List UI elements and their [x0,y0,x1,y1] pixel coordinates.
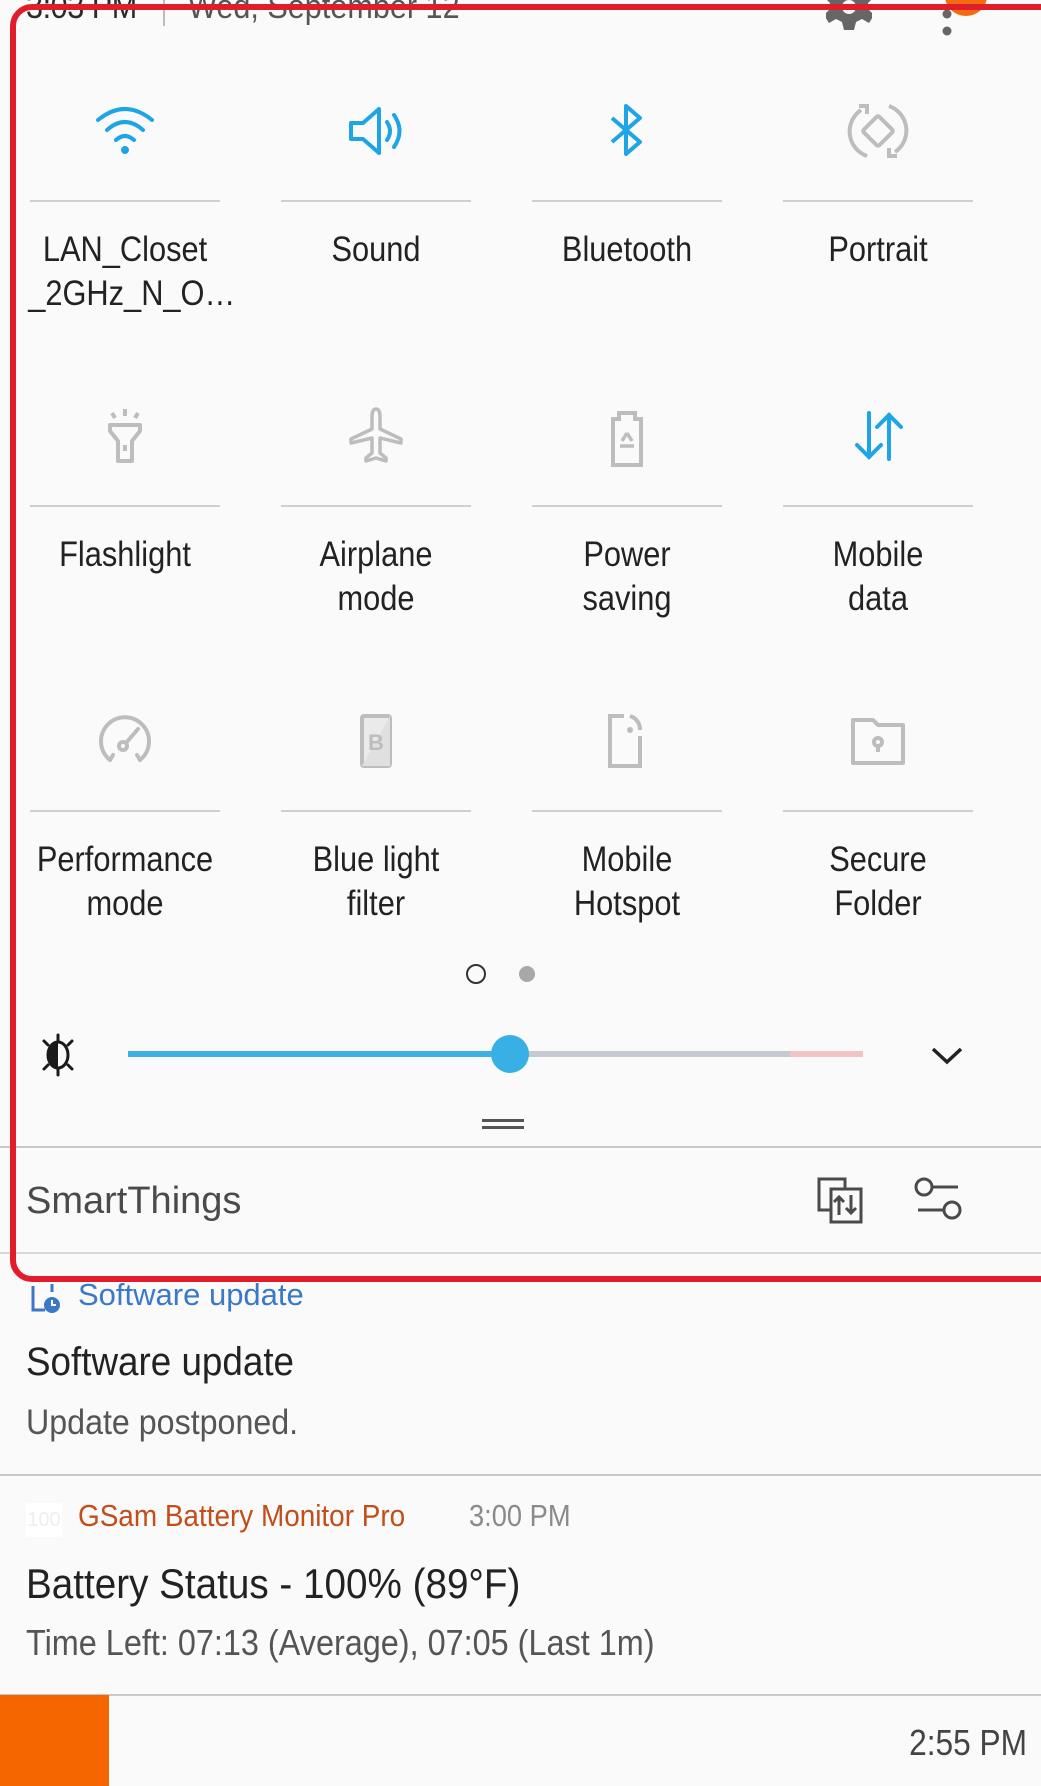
notification-divider [0,1474,1041,1476]
notification-time: 3:00 PM [469,1498,571,1533]
page-indicator-current[interactable] [466,964,486,984]
svg-text:B: B [368,730,384,755]
software-update-icon [31,1284,60,1313]
notification-divider [0,1694,1041,1696]
notification-app-icon [0,1695,109,1786]
smartthings-label[interactable]: SmartThings [26,1180,241,1223]
status-separator [163,0,165,26]
tile-divider [783,200,973,202]
brightness-icon[interactable] [36,1033,80,1077]
notification-title[interactable]: Software update [26,1340,294,1385]
gsam-app-icon: 100 [26,1503,62,1537]
tile-divider [281,200,471,202]
status-date[interactable]: Wed, September 12 [188,0,460,27]
more-vert-icon[interactable] [940,8,954,38]
notification-app-name: Software update [78,1277,304,1312]
notification-body[interactable]: Update postponed. [26,1403,298,1443]
tile-label[interactable]: Sound [279,228,473,272]
device-transfer-icon[interactable] [815,1175,865,1225]
wifi-icon[interactable] [90,96,160,166]
page-indicator-next[interactable] [519,966,535,982]
battery-recycle-icon[interactable] [592,401,662,471]
tile-label[interactable]: Airplane mode [279,533,473,621]
tile-label[interactable]: Bluetooth [530,228,724,272]
tile-label[interactable]: Secure Folder [781,838,975,926]
tile-label[interactable]: Power saving [530,533,724,621]
tile-divider [30,505,220,507]
tile-divider [532,505,722,507]
notification-body[interactable]: Time Left: 07:13 (Average), 07:05 (Last … [26,1622,655,1664]
flashlight-icon[interactable] [90,401,160,471]
tile-label[interactable]: Mobile Hotspot [530,838,724,926]
notification-time: 2:55 PM [909,1722,1027,1763]
chevron-down-icon[interactable] [925,1038,969,1074]
hotspot-icon[interactable] [592,706,662,776]
tile-divider [783,505,973,507]
tile-label[interactable]: Portrait [781,228,975,272]
gear-icon[interactable] [826,0,872,38]
speedometer-icon[interactable] [90,706,160,776]
brightness-slider-fill [128,1051,511,1057]
airplane-icon[interactable] [341,401,411,471]
smartthings-settings-icon[interactable] [912,1175,966,1225]
tile-divider [783,810,973,812]
drag-handle[interactable] [482,1119,524,1129]
tile-divider [532,810,722,812]
brightness-slider-thumb[interactable] [491,1035,530,1073]
tile-divider [281,810,471,812]
blue-light-filter-icon[interactable]: B [341,706,411,776]
tile-divider [281,505,471,507]
smartthings-divider [0,1252,1041,1254]
status-time: 3:03 PM [26,0,137,26]
data-arrows-icon[interactable] [843,401,913,471]
tile-divider [30,200,220,202]
highlight-outline [10,4,1041,1282]
tile-label[interactable]: Flashlight [28,533,222,577]
tile-label[interactable]: LAN_Closet _2GHz_N_O… [28,228,235,316]
tile-label[interactable]: Mobile data [781,533,975,621]
tile-label[interactable]: Blue light filter [279,838,473,926]
panel-divider [0,1146,1041,1148]
brightness-slider-high-zone [790,1051,863,1057]
tile-divider [30,810,220,812]
rotate-icon[interactable] [843,96,913,166]
volume-icon[interactable] [341,96,411,166]
tile-divider [532,200,722,202]
tile-label[interactable]: Performance mode [28,838,222,926]
notification-title[interactable]: Battery Status - 100% (89°F) [26,1560,520,1608]
secure-folder-icon[interactable] [843,706,913,776]
bluetooth-icon[interactable] [592,96,662,166]
notification-app-name: GSam Battery Monitor Pro [78,1498,406,1533]
